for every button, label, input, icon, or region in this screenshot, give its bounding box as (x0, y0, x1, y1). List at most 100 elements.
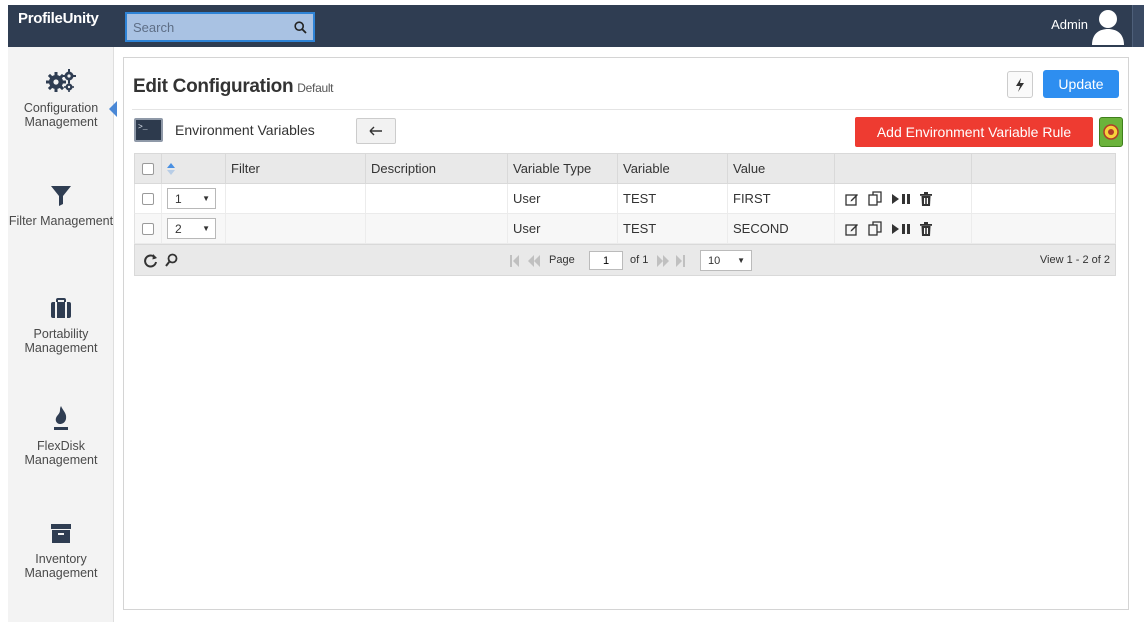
copy-icon[interactable] (868, 191, 882, 206)
last-page-icon[interactable] (675, 254, 685, 272)
rows-per-page-value: 10 (708, 254, 721, 267)
cell-filter (226, 184, 366, 213)
brand-logo[interactable]: ProfileUnity (8, 5, 118, 47)
page-number-input[interactable] (589, 251, 623, 270)
sidebar-item-label: Filter Management (8, 214, 114, 228)
rows-per-page-select[interactable]: 10 ▼ (700, 250, 752, 271)
cell-actions (835, 184, 972, 213)
cell-value: SECOND (728, 214, 835, 243)
top-bar: ProfileUnity Admin (8, 5, 1144, 47)
order-value: 1 (175, 191, 182, 206)
first-page-icon[interactable] (510, 254, 520, 272)
gears-icon (46, 69, 76, 92)
active-indicator (109, 101, 117, 117)
flame-icon (54, 406, 68, 430)
back-arrow-icon (369, 126, 382, 136)
row-select (135, 214, 162, 243)
order-select[interactable]: 2 ▼ (167, 218, 216, 239)
header-sort[interactable] (162, 154, 226, 183)
sidebar-item-filter[interactable]: Filter Management (8, 180, 114, 228)
user-name[interactable]: Admin (1051, 17, 1088, 32)
topbar-edge (1132, 5, 1144, 47)
cell-spacer (972, 184, 1115, 213)
sort-icon (167, 162, 175, 175)
page-label: Page (549, 254, 575, 266)
refresh-icon[interactable] (143, 253, 158, 273)
briefcase-icon (51, 298, 71, 318)
table-row[interactable]: 1 ▼ User TEST FIRST (134, 184, 1116, 214)
edit-icon[interactable] (845, 192, 859, 206)
next-page-icon[interactable] (656, 254, 670, 272)
cell-description (366, 184, 508, 213)
env-variables-grid: Filter Description Variable Type Variabl… (134, 153, 1116, 276)
user-avatar-icon[interactable] (1090, 7, 1126, 45)
table-row[interactable]: 2 ▼ User TEST SECOND (134, 214, 1116, 244)
cell-filter (226, 214, 366, 243)
column-header-spacer (972, 154, 1115, 183)
rule-settings-icon[interactable] (1099, 117, 1123, 147)
row-checkbox[interactable] (142, 222, 154, 235)
section-title: Environment Variables (175, 122, 315, 138)
cell-actions (835, 214, 972, 243)
column-header-value[interactable]: Value (728, 154, 835, 183)
cell-spacer (972, 214, 1115, 243)
sidebar-item-portability[interactable]: Portability Management (8, 293, 114, 355)
records-summary: View 1 - 2 of 2 (1039, 254, 1110, 266)
play-pause-icon[interactable] (891, 223, 911, 235)
order-value: 2 (175, 221, 182, 236)
column-header-variable-type[interactable]: Variable Type (508, 154, 618, 183)
order-select[interactable]: 1 ▼ (167, 188, 216, 209)
edit-icon[interactable] (845, 222, 859, 236)
play-pause-icon[interactable] (891, 193, 911, 205)
copy-icon[interactable] (868, 221, 882, 236)
search-box (125, 12, 315, 42)
chevron-down-icon: ▼ (202, 194, 210, 203)
terminal-icon: >_ (134, 118, 163, 142)
cell-variable-type: User (508, 184, 618, 213)
sidebar-item-configuration[interactable]: Configuration Management (8, 67, 117, 129)
row-checkbox[interactable] (142, 192, 154, 205)
sidebar-item-label: Inventory Management (24, 552, 98, 580)
cell-value: FIRST (728, 184, 835, 213)
column-header-description[interactable]: Description (366, 154, 508, 183)
delete-icon[interactable] (920, 221, 932, 236)
svg-text:>_: >_ (138, 123, 148, 132)
search-input[interactable] (127, 14, 287, 40)
sidebar-item-label: FlexDisk Management (24, 439, 98, 467)
page-title: Edit Configuration Default (133, 76, 334, 98)
row-order: 1 ▼ (162, 184, 226, 213)
sidebar-item-flexdisk[interactable]: FlexDisk Management (8, 405, 114, 467)
header-select-all (135, 154, 162, 183)
search-icon[interactable] (165, 253, 178, 272)
page-title-text: Edit Configuration (133, 76, 294, 97)
search-button[interactable] (287, 14, 313, 40)
filter-icon (51, 186, 71, 206)
chevron-down-icon: ▼ (737, 256, 745, 265)
cell-variable: TEST (618, 184, 728, 213)
back-button[interactable] (356, 118, 396, 144)
grid-pager: Page of 1 10 ▼ View 1 - 2 of 2 (134, 244, 1116, 276)
update-button[interactable]: Update (1043, 70, 1119, 98)
cell-variable-type: User (508, 214, 618, 243)
row-order: 2 ▼ (162, 214, 226, 243)
sidebar-item-inventory[interactable]: Inventory Management (8, 518, 114, 580)
delete-icon[interactable] (920, 191, 932, 206)
sidebar-item-label: Portability Management (24, 327, 98, 355)
column-header-actions (835, 154, 972, 183)
main-panel: Edit Configuration Default Update >_ Envi… (123, 57, 1129, 610)
column-header-filter[interactable]: Filter (226, 154, 366, 183)
select-all-checkbox[interactable] (142, 162, 154, 175)
cell-description (366, 214, 508, 243)
row-select (135, 184, 162, 213)
column-header-variable[interactable]: Variable (618, 154, 728, 183)
add-rule-button[interactable]: Add Environment Variable Rule (855, 117, 1093, 147)
sidebar: Configuration Management Filter Manageme… (8, 47, 117, 622)
page-subtitle: Default (297, 81, 334, 95)
cell-variable: TEST (618, 214, 728, 243)
archive-box-icon (51, 524, 71, 543)
deploy-button[interactable] (1007, 71, 1033, 98)
sidebar-item-label: Configuration Management (23, 101, 99, 129)
search-icon (293, 20, 307, 34)
page-count-label: of 1 (630, 254, 649, 266)
prev-page-icon[interactable] (527, 254, 541, 272)
